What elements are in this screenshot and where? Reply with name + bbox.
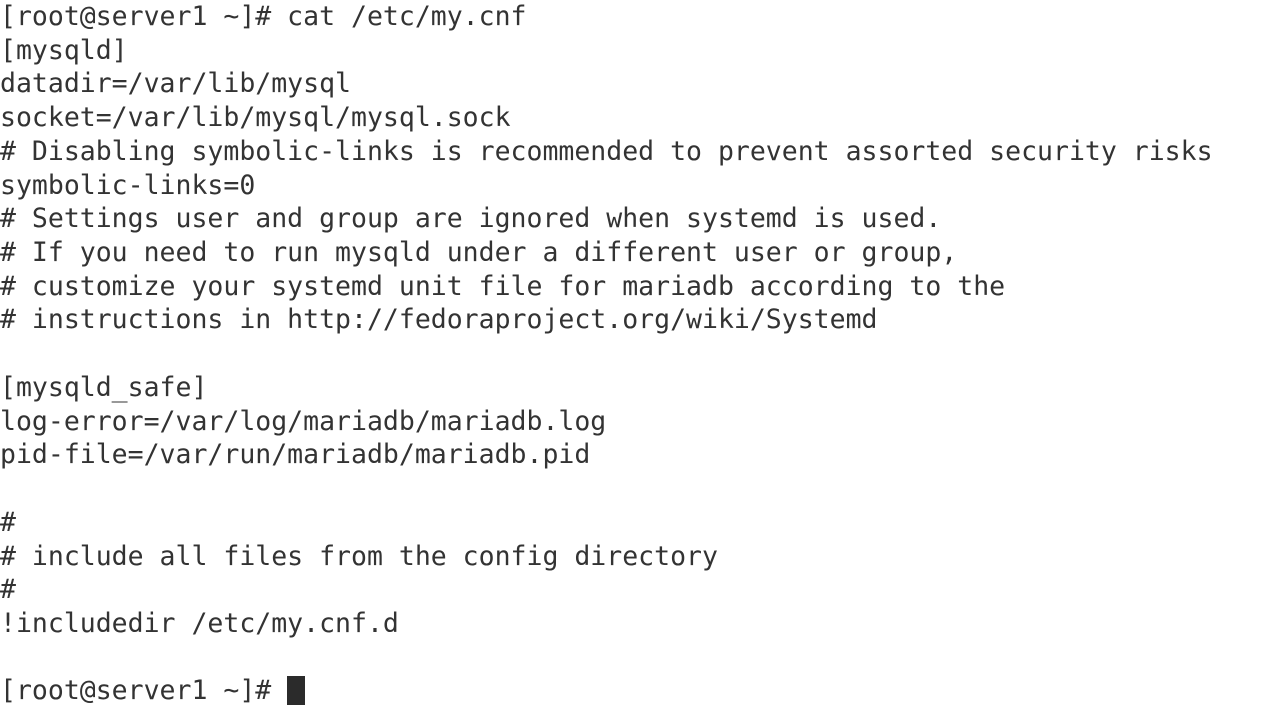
terminal-line: # include all files from the config dire… — [0, 540, 1280, 574]
config-option-log-error: log-error=/var/log/mariadb/mariadb.log — [0, 405, 607, 437]
terminal-line: # Disabling symbolic-links is recommende… — [0, 135, 1280, 169]
terminal-line: # Settings user and group are ignored wh… — [0, 202, 1280, 236]
config-comment-symlinks: # Disabling symbolic-links is recommende… — [0, 135, 1213, 167]
config-comment-ifyouneed: # If you need to run mysqld under a diff… — [0, 237, 958, 269]
terminal-line: log-error=/var/log/mariadb/mariadb.log — [0, 405, 1280, 439]
terminal-line: # — [0, 573, 1280, 607]
block-cursor-icon — [287, 676, 305, 706]
terminal-line: [mysqld] — [0, 34, 1280, 68]
terminal-line: symbolic-links=0 — [0, 169, 1280, 203]
shell-prompt: [root@server1 ~]# — [0, 675, 288, 707]
terminal-line: # instructions in http://fedoraproject.o… — [0, 303, 1280, 337]
terminal-line: # — [0, 506, 1280, 540]
config-section-mysqld-safe: [mysqld_safe] — [0, 371, 208, 403]
command-line-text: [root@server1 ~]# cat /etc/my.cnf — [0, 1, 527, 32]
config-option-datadir: datadir=/var/lib/mysql — [0, 68, 351, 100]
config-comment-hash-top: # — [0, 506, 16, 538]
terminal-line: datadir=/var/lib/mysql — [0, 67, 1280, 101]
terminal-line: # If you need to run mysqld under a diff… — [0, 236, 1280, 270]
config-comment-instructions: # instructions in http://fedoraproject.o… — [0, 304, 878, 336]
terminal-line: socket=/var/lib/mysql/mysql.sock — [0, 101, 1280, 135]
config-directive-includedir: !includedir /etc/my.cnf.d — [0, 607, 399, 639]
terminal-window[interactable]: [root@server1 ~]# cat /etc/my.cnf [mysql… — [0, 0, 1280, 708]
config-comment-settings: # Settings user and group are ignored wh… — [0, 203, 942, 235]
config-comment-include-all: # include all files from the config dire… — [0, 540, 718, 572]
config-comment-hash-bottom: # — [0, 574, 16, 606]
config-option-symbolic-links: symbolic-links=0 — [0, 169, 256, 201]
config-comment-customize: # customize your systemd unit file for m… — [0, 270, 1006, 302]
terminal-line: !includedir /etc/my.cnf.d — [0, 607, 1280, 641]
config-option-socket: socket=/var/lib/mysql/mysql.sock — [0, 102, 511, 134]
config-option-pid-file: pid-file=/var/run/mariadb/mariadb.pid — [0, 439, 591, 471]
config-section-mysqld: [mysqld] — [0, 34, 128, 66]
terminal-prompt-line[interactable]: [root@server1 ~]# — [0, 674, 1280, 708]
terminal-line: [mysqld_safe] — [0, 371, 1280, 405]
terminal-line: pid-file=/var/run/mariadb/mariadb.pid — [0, 438, 1280, 472]
terminal-line: # customize your systemd unit file for m… — [0, 270, 1280, 304]
terminal-line: [root@server1 ~]# cat /etc/my.cnf — [0, 0, 1280, 34]
